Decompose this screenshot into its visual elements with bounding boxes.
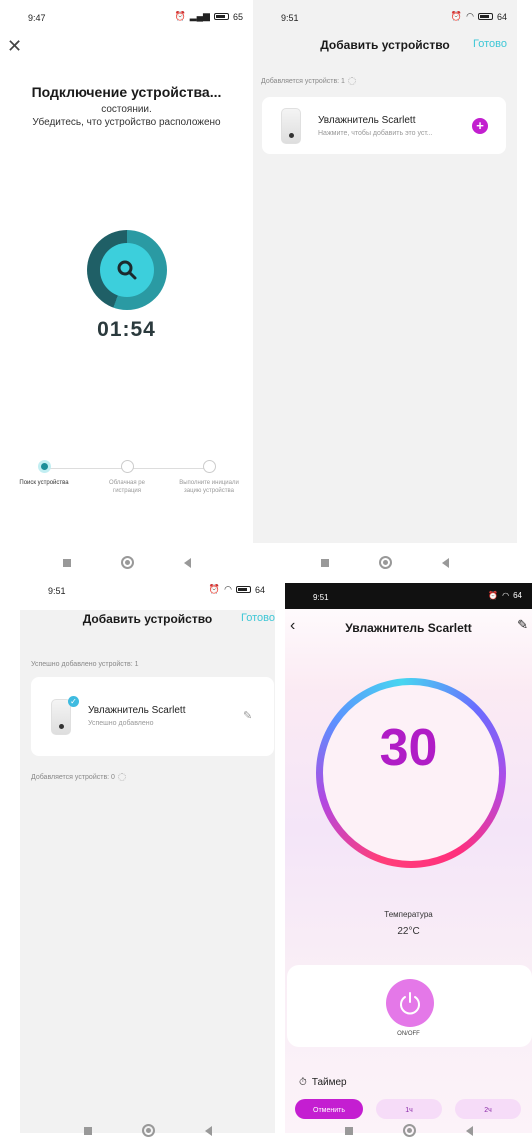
subtitle-line-1: состоянии. bbox=[101, 104, 152, 115]
plus-icon[interactable]: + bbox=[472, 118, 488, 134]
device-added-screen: 9:51 ⏰ ◠ 64 Добавить устройство Готово У… bbox=[20, 580, 275, 1133]
system-nav-bar-2 bbox=[253, 556, 517, 569]
done-button[interactable]: Готово bbox=[241, 612, 275, 624]
power-icon bbox=[400, 992, 420, 1015]
home-icon[interactable] bbox=[141, 1124, 155, 1137]
status-time: 9:51 bbox=[48, 586, 66, 596]
status-bar: 9:47 ⏰ ▂▄▆ 65 bbox=[0, 0, 253, 30]
done-button[interactable]: Готово bbox=[473, 38, 507, 50]
system-nav-bar-3 bbox=[20, 1124, 275, 1137]
step-dot bbox=[37, 460, 51, 473]
page-title: Увлажнитель Scarlett bbox=[345, 621, 472, 635]
step-label: Выполните инициали зацию устройства bbox=[179, 480, 239, 494]
timer-2h-button[interactable]: 2ч bbox=[455, 1099, 521, 1119]
device-control-screen: 9:51 ⏰ ◠ 64 ‹ Увлажнитель Scarlett ✎ 30 … bbox=[285, 583, 532, 1133]
device-hint: Нажмите, чтобы добавить это уст... bbox=[318, 130, 433, 137]
search-icon bbox=[100, 243, 154, 297]
edit-icon[interactable]: ✎ bbox=[243, 709, 252, 722]
temperature-value: 22°C bbox=[397, 926, 420, 937]
timer-section: ⏱ Таймер bbox=[299, 1077, 347, 1088]
status-bar: 9:51 ⏰ ◠ 64 bbox=[20, 580, 275, 610]
power-button[interactable] bbox=[386, 979, 434, 1027]
alarm-icon: ⏰ bbox=[488, 591, 499, 600]
device-card[interactable]: Увлажнитель Scarlett Нажмите, чтобы доба… bbox=[262, 97, 506, 154]
back-icon[interactable] bbox=[465, 1125, 473, 1136]
status-bar: 9:51 ⏰ ◠ 64 bbox=[253, 0, 517, 30]
wifi-icon: ◠ bbox=[502, 591, 510, 600]
status-time: 9:51 bbox=[281, 13, 299, 23]
step-search: Поиск устройства bbox=[14, 460, 74, 487]
back-icon[interactable] bbox=[183, 557, 191, 568]
battery-percent: 64 bbox=[496, 11, 507, 22]
check-icon: ✓ bbox=[68, 696, 79, 707]
battery-percent: 64 bbox=[513, 591, 522, 600]
battery-icon bbox=[235, 586, 251, 593]
battery-icon bbox=[213, 13, 229, 20]
subtitle-line-2: Убедитесь, что устройство расположено bbox=[32, 117, 221, 128]
status-icons: ⏰ ◠ 64 bbox=[209, 584, 265, 595]
step-cloud-registration: Облачная ре гистрация bbox=[97, 460, 157, 495]
alarm-icon: ⏰ bbox=[450, 11, 463, 21]
cloud-icon bbox=[120, 460, 134, 473]
adding-count-label: Добавляется устройств: 0 bbox=[31, 773, 126, 781]
status-icons: ⏰ ◠ 64 bbox=[451, 11, 507, 22]
home-icon[interactable] bbox=[379, 556, 392, 569]
status-icons: ⏰ ▂▄▆ 65 bbox=[175, 11, 243, 22]
page-title: Подключение устройства... bbox=[31, 84, 222, 100]
recents-icon[interactable] bbox=[344, 1126, 353, 1135]
loading-icon bbox=[347, 77, 356, 85]
system-nav-bar-4 bbox=[285, 1124, 532, 1137]
home-icon[interactable] bbox=[120, 556, 134, 569]
power-label: ON/OFF bbox=[397, 1031, 420, 1037]
success-count-label: Успешно добавлено устройств: 1 bbox=[31, 661, 139, 668]
status-time: 9:47 bbox=[28, 13, 46, 23]
step-initialize: Выполните инициали зацию устройства bbox=[179, 460, 239, 495]
loading-icon bbox=[117, 773, 126, 781]
wifi-icon: ◠ bbox=[224, 584, 232, 594]
recents-icon[interactable] bbox=[62, 558, 71, 567]
connecting-screen: 9:47 ⏰ ▂▄▆ 65 ✕ Подключение устройства..… bbox=[0, 0, 253, 543]
timer-label: Таймер bbox=[311, 1077, 347, 1088]
add-device-screen: 9:51 ⏰ ◠ 64 Добавить устройство Готово Д… bbox=[253, 0, 517, 543]
device-status: Успешно добавлено bbox=[88, 720, 154, 727]
humidifier-image bbox=[281, 108, 301, 144]
home-icon[interactable] bbox=[402, 1124, 416, 1137]
recents-icon[interactable] bbox=[321, 558, 329, 567]
status-bar: 9:51 ⏰ ◠ 64 bbox=[285, 583, 532, 609]
timer-1h-button[interactable]: 1ч bbox=[376, 1099, 442, 1119]
battery-percent: 64 bbox=[254, 584, 265, 595]
battery-icon bbox=[477, 13, 493, 20]
status-icons: ⏰ ◠ 64 bbox=[488, 591, 522, 600]
alarm-icon: ⏰ bbox=[208, 584, 221, 594]
back-icon[interactable] bbox=[442, 557, 449, 568]
timer-cancel-button[interactable]: Отменить bbox=[295, 1099, 363, 1119]
step-label: Поиск устройства bbox=[19, 480, 69, 486]
status-time: 9:51 bbox=[313, 593, 329, 602]
countdown-timer: 01:54 bbox=[97, 318, 156, 341]
recents-icon[interactable] bbox=[83, 1126, 92, 1135]
temperature-label: Температура bbox=[384, 910, 433, 919]
battery-percent: 65 bbox=[232, 11, 243, 22]
system-nav-bar-1 bbox=[0, 556, 253, 569]
edit-icon[interactable]: ✎ bbox=[517, 617, 528, 633]
step-label: Облачная ре гистрация bbox=[109, 480, 145, 494]
clock-icon: ⏱ bbox=[299, 1077, 307, 1088]
device-card[interactable]: ✓ Увлажнитель Scarlett Успешно добавлено… bbox=[31, 677, 274, 756]
alarm-icon: ⏰ bbox=[174, 11, 186, 21]
wifi-icon: ◠ bbox=[466, 11, 474, 21]
signal-icon: ▂▄▆ bbox=[189, 11, 210, 21]
device-name: Увлажнитель Scarlett bbox=[318, 115, 416, 126]
back-icon[interactable] bbox=[204, 1125, 212, 1136]
check-circle-icon bbox=[202, 460, 216, 473]
adding-count-label: Добавляется устройств: 1 bbox=[261, 77, 356, 85]
device-name: Увлажнитель Scarlett bbox=[88, 705, 186, 716]
page-title: Добавить устройство bbox=[82, 612, 213, 626]
adding-count-text: Добавляется устройств: 1 bbox=[261, 77, 345, 85]
humidity-value: 30 bbox=[379, 719, 438, 777]
close-icon[interactable]: ✕ bbox=[7, 36, 22, 57]
adding-count-text: Добавляется устройств: 0 bbox=[31, 773, 115, 781]
search-radar bbox=[87, 230, 167, 310]
